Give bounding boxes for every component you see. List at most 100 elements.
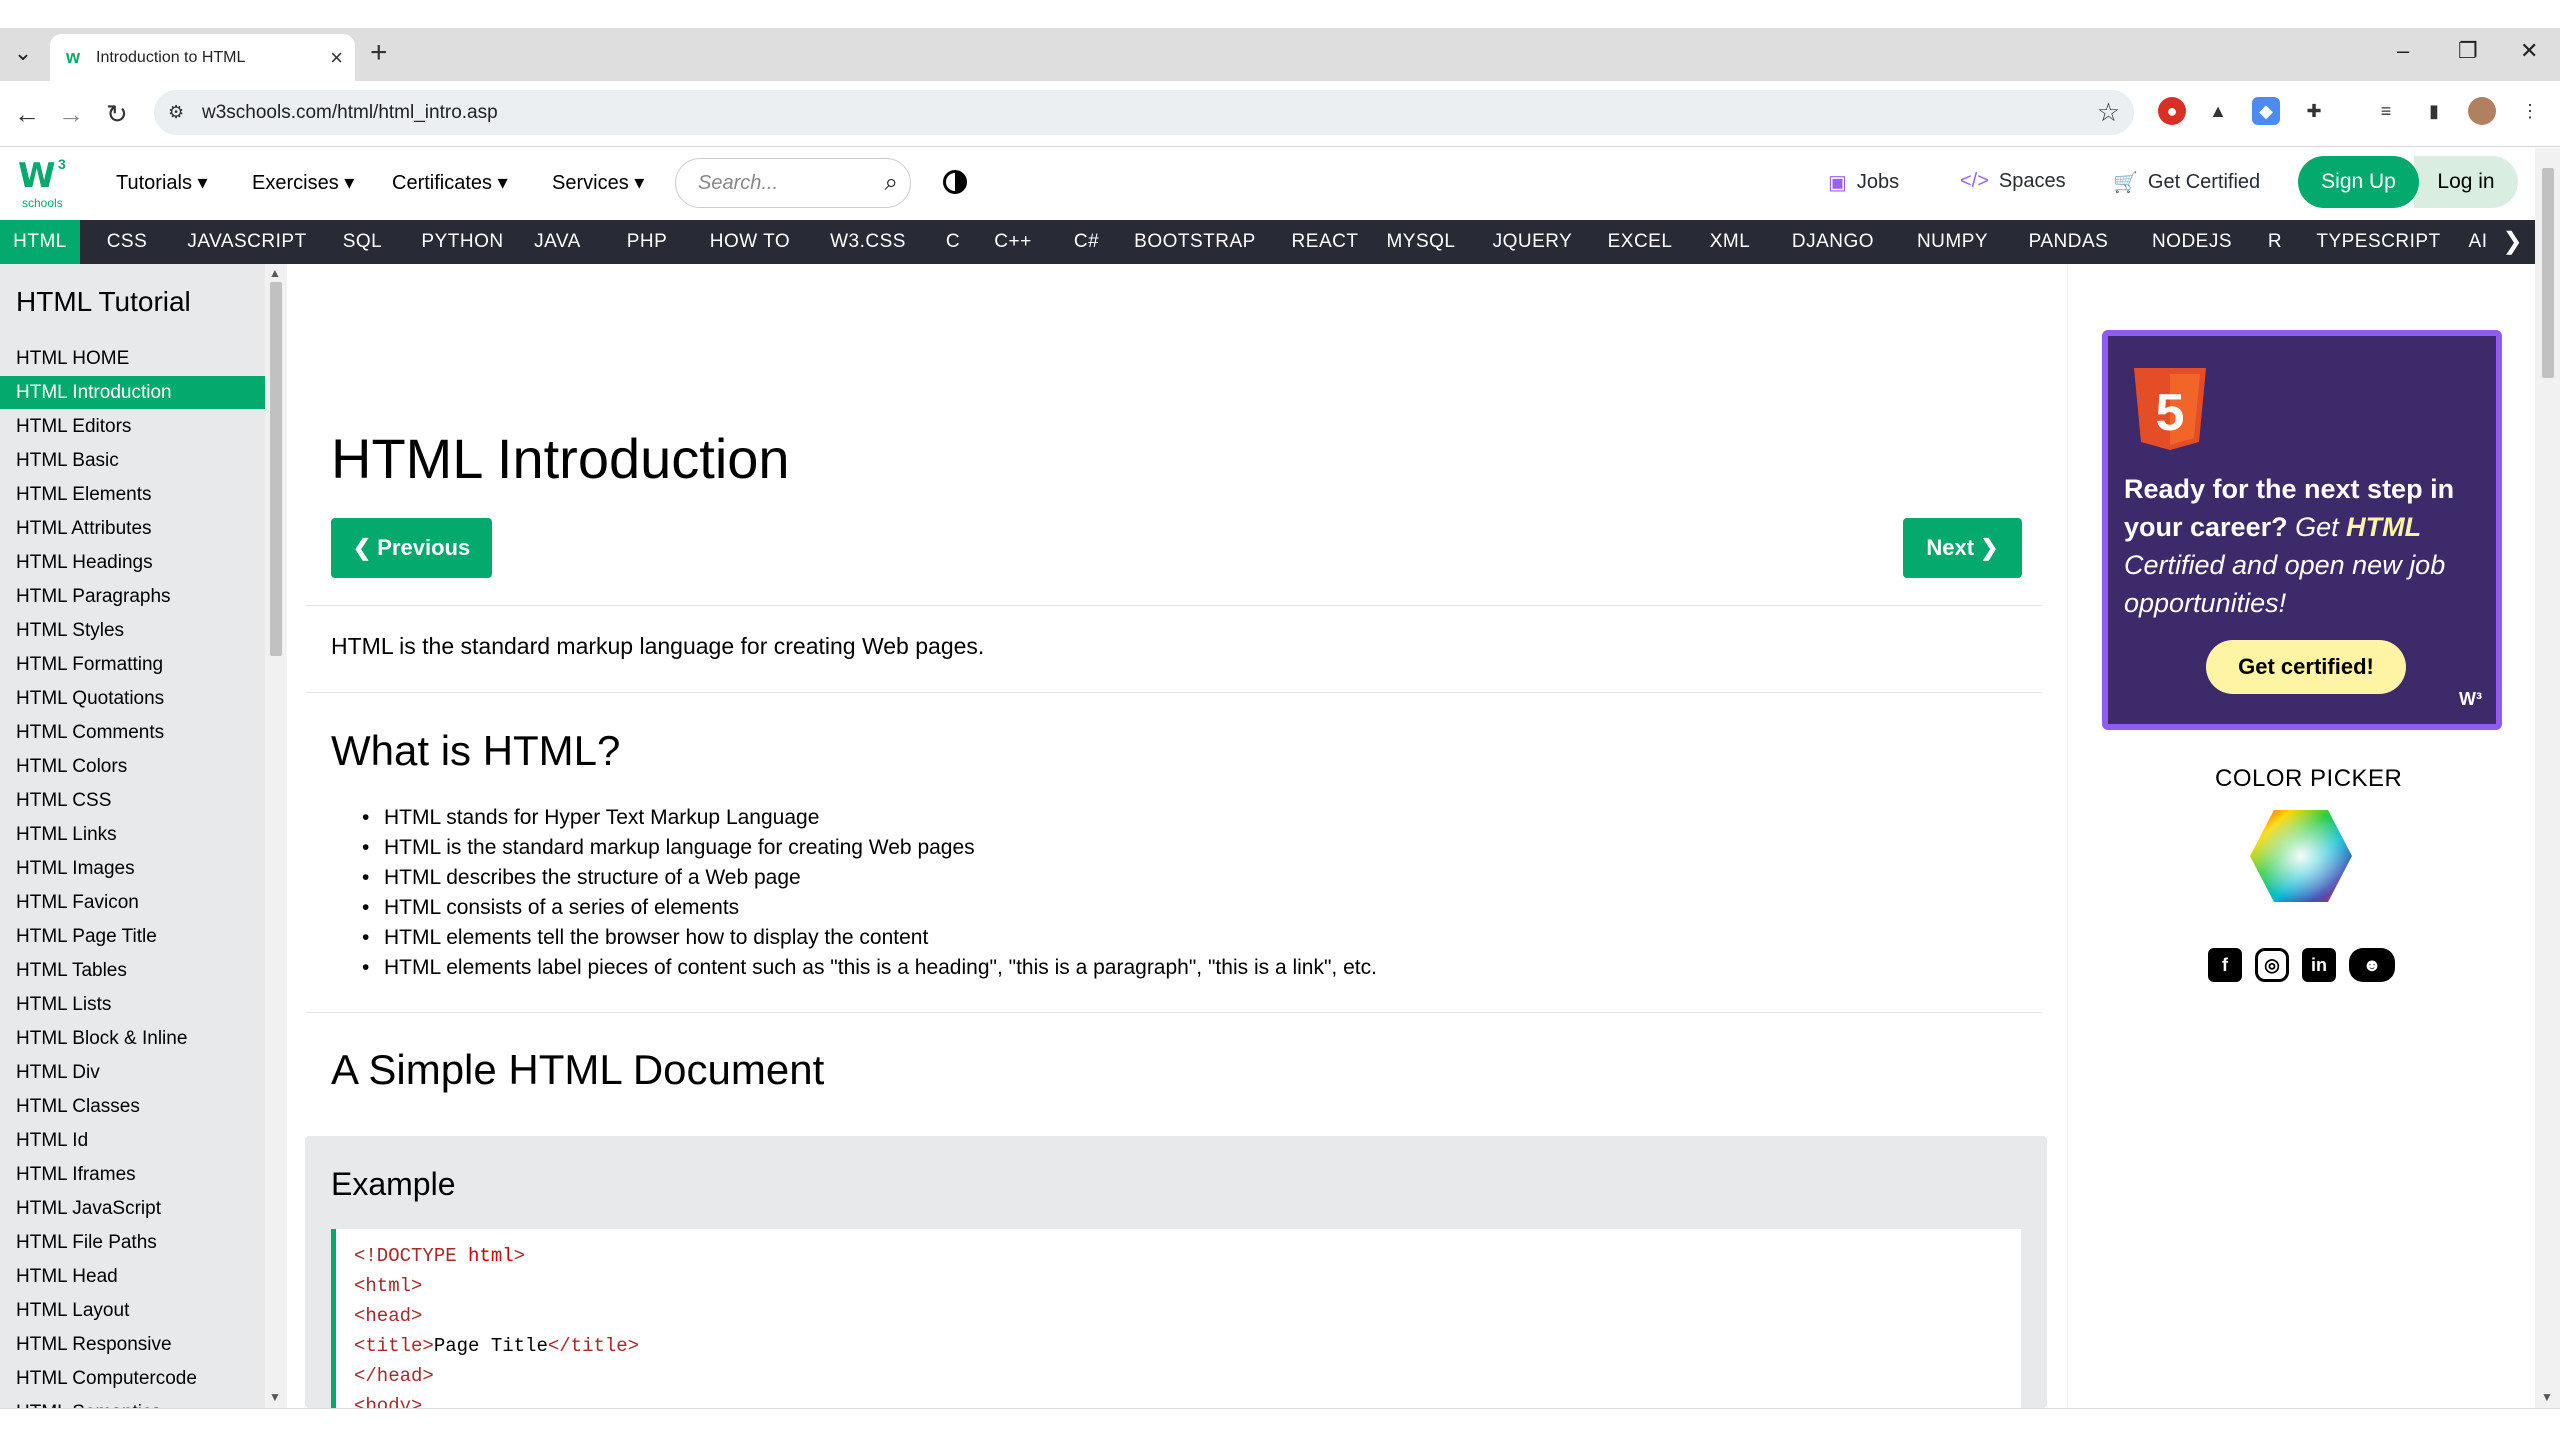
get-certified-button[interactable]: Get certified!	[2206, 640, 2406, 694]
sidebar-item-html-basic[interactable]: HTML Basic	[0, 444, 265, 477]
subject-w3-css[interactable]: W3.CSS	[818, 220, 918, 264]
subject-r[interactable]: R	[2260, 220, 2290, 264]
jobs-link[interactable]: ▣ Jobs	[1828, 170, 1899, 195]
sidebar-item-html-div[interactable]: HTML Div	[0, 1056, 265, 1089]
subject-mysql[interactable]: MYSQL	[1376, 220, 1466, 264]
sidebar-item-html-comments[interactable]: HTML Comments	[0, 716, 265, 749]
media-queue-icon[interactable]: ≡	[2372, 97, 2400, 125]
sidebar-item-html-block-inline[interactable]: HTML Block & Inline	[0, 1022, 265, 1055]
instagram-icon[interactable]: ◎	[2255, 948, 2289, 982]
subject-java[interactable]: JAVA	[520, 220, 595, 264]
sidebar-item-html-responsive[interactable]: HTML Responsive	[0, 1328, 265, 1361]
linkedin-icon[interactable]: in	[2302, 948, 2336, 982]
subject-html[interactable]: HTML	[0, 220, 80, 264]
subject-numpy[interactable]: NUMPY	[1905, 220, 2000, 264]
sidebar-item-html-paragraphs[interactable]: HTML Paragraphs	[0, 580, 265, 613]
profile-avatar[interactable]	[2468, 97, 2496, 125]
subject-php[interactable]: PHP	[612, 220, 682, 264]
bookmark-star-icon[interactable]: ☆	[2097, 97, 2120, 128]
scroll-up-arrow-icon[interactable]: ▲	[269, 266, 281, 280]
sidebar-item-html-semantics[interactable]: HTML Semantics	[0, 1396, 265, 1408]
sidebar-item-html-classes[interactable]: HTML Classes	[0, 1090, 265, 1123]
sidebar-item-html-layout[interactable]: HTML Layout	[0, 1294, 265, 1327]
subject-bootstrap[interactable]: BOOTSTRAP	[1120, 220, 1270, 264]
sidebar-item-html-iframes[interactable]: HTML Iframes	[0, 1158, 265, 1191]
subject-excel[interactable]: EXCEL	[1600, 220, 1680, 264]
sidebar-item-html-lists[interactable]: HTML Lists	[0, 988, 265, 1021]
sidebar-scroll-thumb[interactable]	[270, 282, 282, 656]
sidebar-item-html-id[interactable]: HTML Id	[0, 1124, 265, 1157]
contrast-toggle-icon[interactable]	[943, 170, 967, 194]
subject-scroll-right-icon[interactable]: ❯	[2490, 220, 2535, 264]
extension-blue-icon[interactable]: ◆	[2252, 97, 2280, 125]
previous-button[interactable]: ❮ Previous	[331, 518, 492, 578]
subject-c#[interactable]: C#	[1064, 220, 1109, 264]
scroll-down-arrow-icon[interactable]: ▼	[269, 1390, 281, 1404]
code-example[interactable]: <!DOCTYPE html> <html> <head> <title>Pag…	[331, 1229, 2021, 1417]
restore-icon[interactable]: ❐	[2458, 38, 2478, 64]
signup-button[interactable]: Sign Up	[2298, 156, 2419, 208]
sidebar-item-html-introduction[interactable]: HTML Introduction	[0, 376, 265, 409]
subject-ai[interactable]: AI	[2466, 220, 2490, 264]
subject-typescript[interactable]: TYPESCRIPT	[2296, 220, 2461, 264]
facebook-icon[interactable]: f	[2208, 948, 2242, 982]
site-info-icon[interactable]: ⚙	[168, 102, 202, 123]
close-window-icon[interactable]: ✕	[2520, 38, 2538, 64]
subject-xml[interactable]: XML	[1700, 220, 1760, 264]
sidebar-item-html-home[interactable]: HTML HOME	[0, 342, 265, 375]
sidebar-item-html-computercode[interactable]: HTML Computercode	[0, 1362, 265, 1395]
search-input[interactable]: Search... ⌕	[675, 158, 911, 208]
url-text[interactable]: w3schools.com/html/html_intro.asp	[202, 102, 2097, 124]
minimize-icon[interactable]: –	[2397, 38, 2409, 64]
browser-tab[interactable]: w Introduction to HTML ×	[50, 34, 355, 81]
login-button[interactable]: Log in	[2414, 156, 2518, 208]
address-bar[interactable]: ⚙ w3schools.com/html/html_intro.asp ☆	[154, 90, 2134, 135]
extension-shield-icon[interactable]: ●	[2158, 97, 2186, 125]
page-scrollbar[interactable]: ▼	[2535, 148, 2560, 1408]
subject-pandas[interactable]: PANDAS	[2016, 220, 2121, 264]
sidebar-item-html-styles[interactable]: HTML Styles	[0, 614, 265, 647]
sidebar-item-html-attributes[interactable]: HTML Attributes	[0, 512, 265, 545]
subject-nodejs[interactable]: NODEJS	[2137, 220, 2247, 264]
sidebar-item-html-file-paths[interactable]: HTML File Paths	[0, 1226, 265, 1259]
search-icon[interactable]: ⌕	[885, 169, 898, 197]
subject-django[interactable]: DJANGO	[1778, 220, 1888, 264]
subject-sql[interactable]: SQL	[330, 220, 395, 264]
subject-javascript[interactable]: JAVASCRIPT	[172, 220, 322, 264]
sidebar-item-html-headings[interactable]: HTML Headings	[0, 546, 265, 579]
discord-icon[interactable]: ☻	[2349, 948, 2395, 982]
new-tab-plus-icon[interactable]: +	[370, 38, 388, 68]
sidebar-item-html-favicon[interactable]: HTML Favicon	[0, 886, 265, 919]
subject-how-to[interactable]: HOW TO	[695, 220, 805, 264]
extensions-puzzle-icon[interactable]: ✚	[2300, 97, 2328, 125]
sidebar-item-html-links[interactable]: HTML Links	[0, 818, 265, 851]
tab-search-chevron-icon[interactable]: ⌄	[8, 38, 38, 68]
subject-c++[interactable]: C++	[978, 220, 1048, 264]
page-scroll-thumb[interactable]	[2542, 168, 2554, 378]
page-scroll-down-icon[interactable]: ▼	[2541, 1390, 2553, 1404]
get-certified-link[interactable]: 🛒 Get Certified	[2113, 170, 2260, 195]
sidebar-item-html-editors[interactable]: HTML Editors	[0, 410, 265, 443]
side-panel-icon[interactable]: ▮	[2420, 97, 2448, 125]
sidebar-item-html-javascript[interactable]: HTML JavaScript	[0, 1192, 265, 1225]
sidebar-scrollbar[interactable]: ▲ ▼	[265, 264, 287, 1408]
sidebar-item-html-tables[interactable]: HTML Tables	[0, 954, 265, 987]
subject-css[interactable]: CSS	[92, 220, 162, 264]
back-arrow-icon[interactable]: ←	[14, 99, 40, 129]
sidebar-item-html-page-title[interactable]: HTML Page Title	[0, 920, 265, 953]
forward-arrow-icon[interactable]: →	[58, 99, 84, 129]
sidebar-item-html-colors[interactable]: HTML Colors	[0, 750, 265, 783]
menu-certificates[interactable]: Certificates ▾	[392, 170, 508, 195]
sidebar-item-html-formatting[interactable]: HTML Formatting	[0, 648, 265, 681]
menu-exercises[interactable]: Exercises ▾	[252, 170, 354, 195]
sidebar-item-html-quotations[interactable]: HTML Quotations	[0, 682, 265, 715]
subject-c[interactable]: C	[938, 220, 968, 264]
sidebar-item-html-css[interactable]: HTML CSS	[0, 784, 265, 817]
browser-menu-icon[interactable]: ⋮	[2516, 97, 2544, 125]
subject-react[interactable]: REACT	[1290, 220, 1360, 264]
reload-icon[interactable]: ↻	[106, 99, 128, 129]
menu-tutorials[interactable]: Tutorials ▾	[116, 170, 208, 195]
certification-ad[interactable]: 5 Ready for the next step in your career…	[2102, 330, 2502, 730]
close-tab-icon[interactable]: ×	[330, 45, 343, 71]
menu-services[interactable]: Services ▾	[552, 170, 644, 195]
